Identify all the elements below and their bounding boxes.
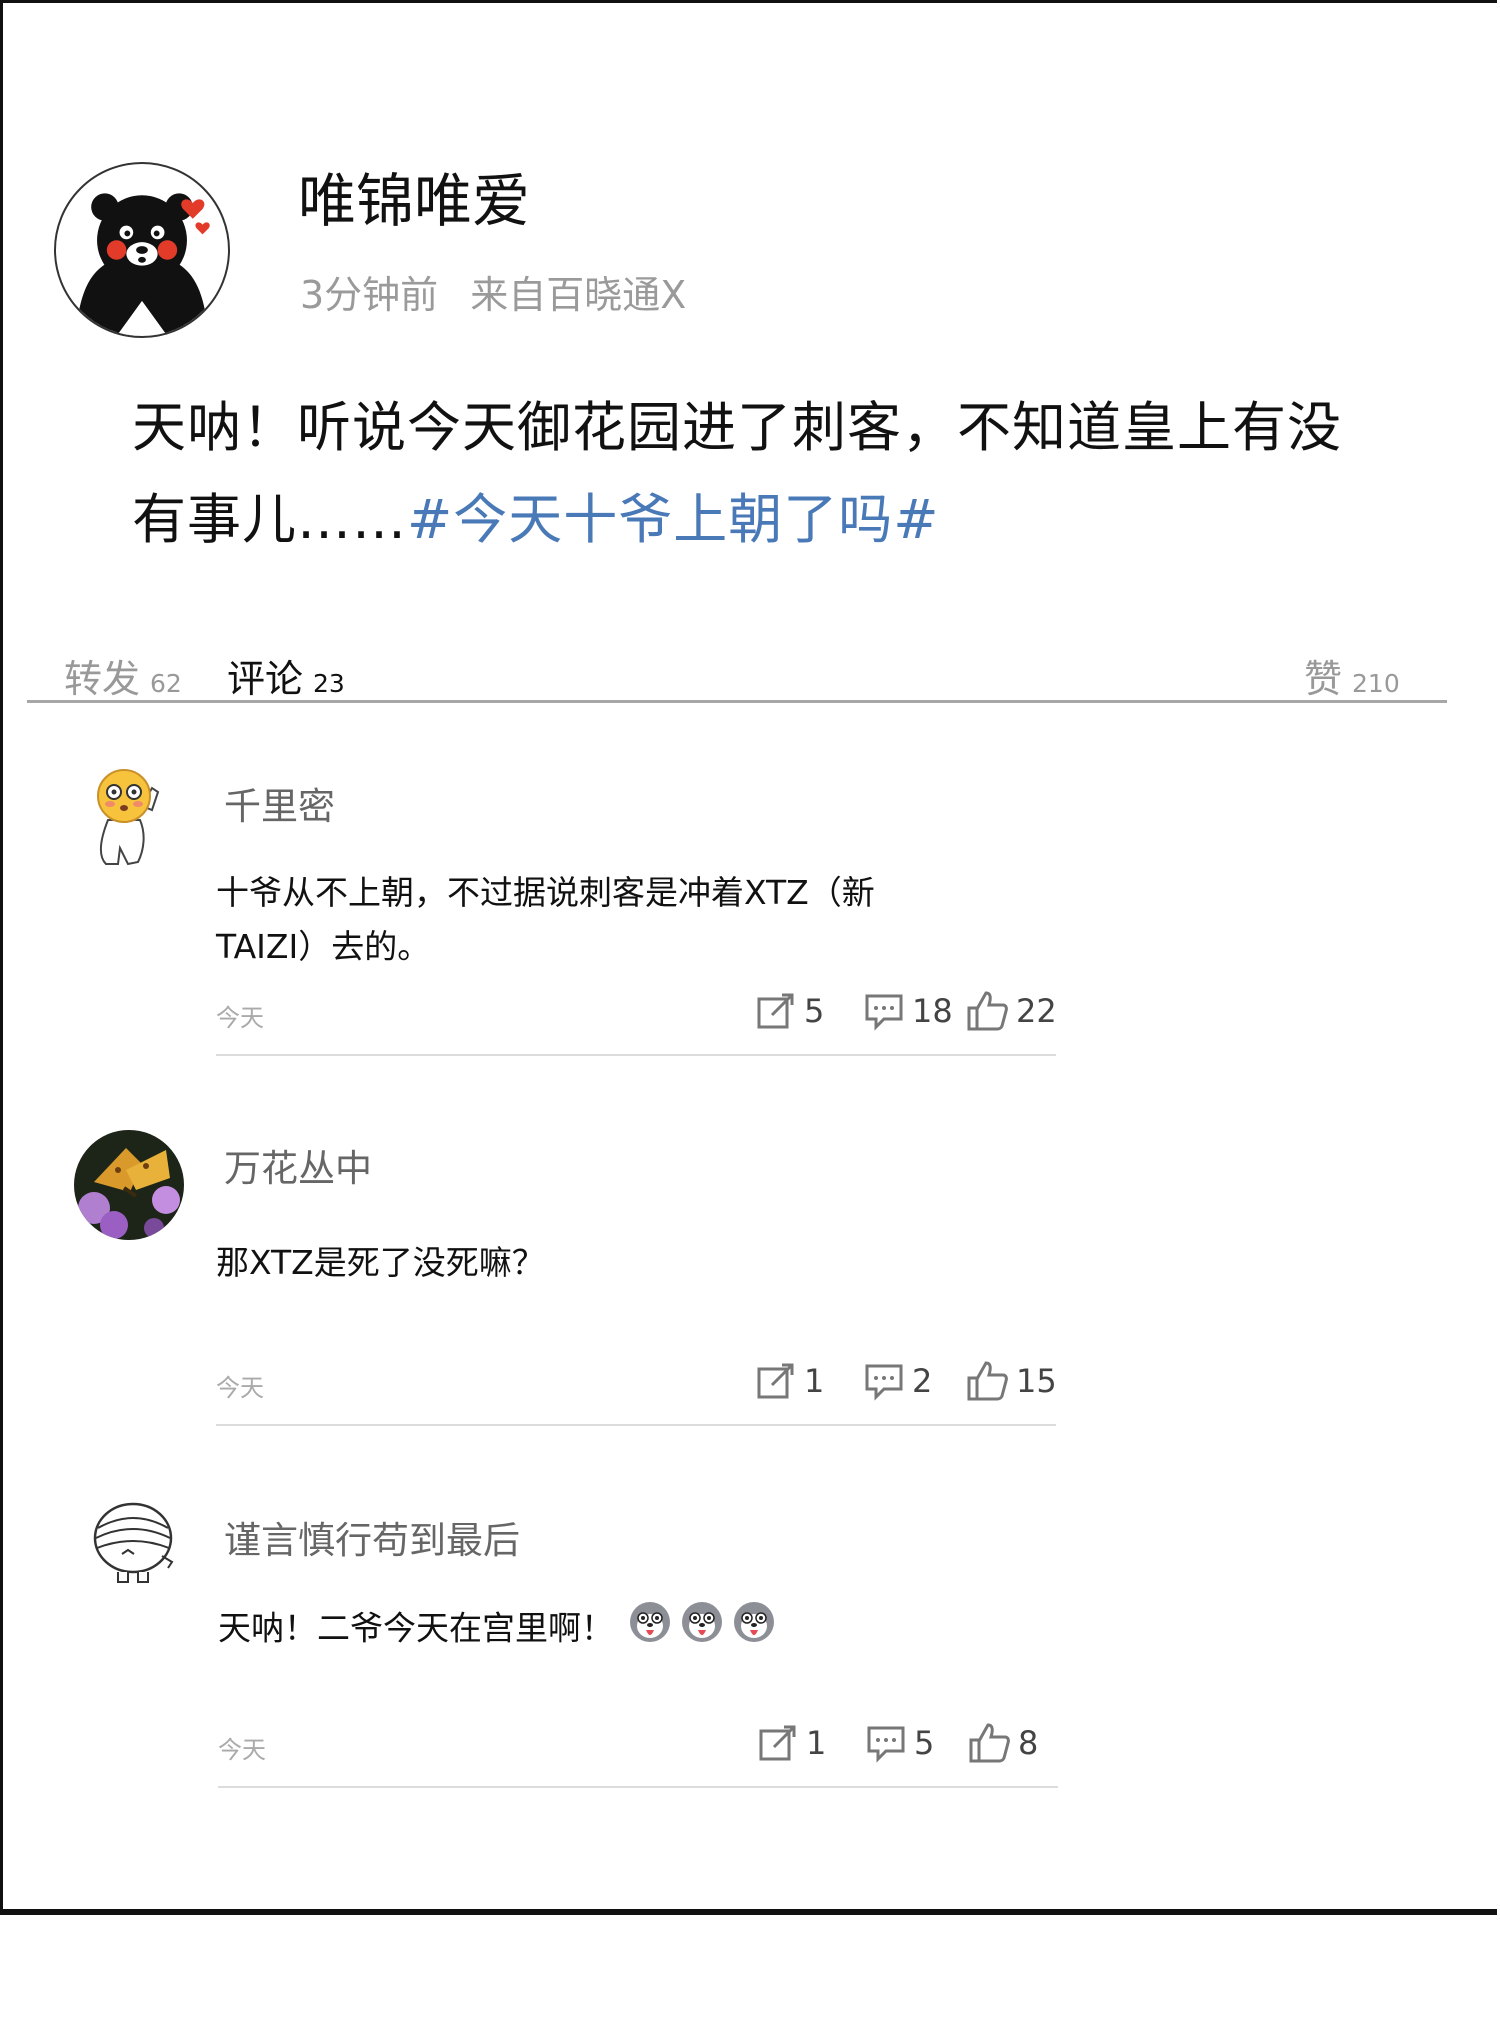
comment-reply-button[interactable]: 5 bbox=[866, 1718, 934, 1768]
tabs-divider bbox=[27, 700, 1447, 703]
tab-comments[interactable]: 评论 23 bbox=[227, 648, 345, 703]
reply-icon bbox=[867, 1726, 905, 1763]
comment-reply-count: 2 bbox=[912, 1362, 933, 1400]
thumbs-up-icon bbox=[969, 1723, 1010, 1763]
comment-reply-count: 18 bbox=[912, 992, 953, 1030]
comment-text: 十爷从不上朝，不过据说刺客是冲着XTZ（新TAIZI）去的。 bbox=[216, 873, 875, 966]
comment-actions: 1 5 8 bbox=[758, 1718, 1058, 1768]
repost-icon bbox=[759, 1725, 796, 1761]
comment-author-avatar[interactable] bbox=[88, 1498, 198, 1608]
post-body: 天呐！听说今天御花园进了刺客，不知道皇上有没有事儿……#今天十爷上朝了吗# bbox=[132, 382, 1372, 566]
comment-time: 今天 bbox=[216, 1374, 264, 1402]
comment-divider bbox=[218, 1786, 1058, 1788]
comment-repost-button[interactable]: 1 bbox=[758, 1718, 826, 1768]
comment-text-line: 天呐！二爷今天在宫里啊！ bbox=[218, 1600, 938, 1660]
comment-actions: 5 18 22 bbox=[756, 986, 1057, 1036]
comment-repost-button[interactable]: 1 bbox=[756, 1356, 824, 1406]
husky-tongue-emoji-icon bbox=[680, 1600, 724, 1660]
reply-icon bbox=[865, 1364, 903, 1401]
tab-repost[interactable]: 转发 62 bbox=[64, 648, 182, 703]
comment-like-count: 15 bbox=[1016, 1362, 1057, 1400]
thumbs-up-icon bbox=[967, 991, 1008, 1031]
thumbs-up-icon bbox=[967, 1361, 1008, 1401]
comment-time: 今天 bbox=[216, 1004, 264, 1032]
tab-repost-label: 转发 bbox=[64, 657, 141, 701]
emoji-row bbox=[628, 1600, 784, 1660]
comment-divider bbox=[216, 1054, 1056, 1056]
comment-author-name[interactable]: 万花丛中 bbox=[224, 1138, 372, 1192]
comment-like-button[interactable]: 22 bbox=[966, 986, 1057, 1036]
comment-like-button[interactable]: 15 bbox=[966, 1356, 1057, 1406]
tab-comments-label: 评论 bbox=[227, 657, 304, 701]
comment-text: 天呐！二爷今天在宫里啊！ bbox=[218, 1608, 614, 1648]
bandaged-face-avatar-icon bbox=[93, 1502, 174, 1583]
comment-repost-button[interactable]: 5 bbox=[756, 986, 824, 1036]
tab-comments-count: 23 bbox=[313, 669, 345, 698]
post-hashtag[interactable]: #今天十爷上朝了吗# bbox=[407, 488, 940, 551]
post-action-tabs: 转发 62 评论 23 赞 210 bbox=[64, 648, 1404, 701]
tab-likes[interactable]: 赞 210 bbox=[1304, 648, 1400, 703]
comment-like-count: 22 bbox=[1016, 992, 1057, 1030]
butterfly-photo-avatar-icon bbox=[74, 1130, 184, 1240]
comment-repost-count: 5 bbox=[804, 992, 825, 1030]
comment-author-name[interactable]: 千里密 bbox=[224, 776, 335, 830]
comment-actions: 1 2 15 bbox=[756, 1356, 1057, 1406]
post-meta: 3分钟前 来自百晓通X bbox=[300, 276, 686, 314]
comment-author-avatar[interactable] bbox=[74, 1130, 184, 1240]
post-author-name[interactable]: 唯锦唯爱 bbox=[298, 172, 530, 230]
post-author-avatar[interactable] bbox=[54, 162, 230, 338]
comment-like-count: 8 bbox=[1018, 1724, 1039, 1762]
comment-author-avatar[interactable] bbox=[70, 760, 180, 870]
tab-repost-count: 62 bbox=[150, 669, 182, 698]
comment-repost-count: 1 bbox=[804, 1362, 825, 1400]
comment-author-name[interactable]: 谨言慎行苟到最后 bbox=[224, 1510, 520, 1564]
tab-likes-label: 赞 bbox=[1304, 657, 1343, 701]
post-time: 3分钟前 bbox=[300, 273, 439, 317]
comment-time: 今天 bbox=[218, 1736, 266, 1764]
comment-reply-button[interactable]: 18 bbox=[864, 986, 953, 1036]
tab-likes-count: 210 bbox=[1352, 669, 1400, 698]
husky-tongue-emoji-icon bbox=[628, 1600, 672, 1660]
reply-icon bbox=[865, 994, 903, 1031]
blushing-emoji-avatar-icon bbox=[97, 769, 160, 866]
comment-reply-button[interactable]: 2 bbox=[864, 1356, 932, 1406]
comment-reply-count: 5 bbox=[914, 1724, 935, 1762]
repost-icon bbox=[757, 1363, 794, 1399]
comment-like-button[interactable]: 8 bbox=[968, 1718, 1038, 1768]
comment-divider bbox=[216, 1424, 1056, 1426]
comment-repost-count: 1 bbox=[806, 1724, 827, 1762]
kumamon-bear-avatar-icon bbox=[75, 193, 210, 336]
post-source: 来自百晓通X bbox=[470, 273, 687, 317]
repost-icon bbox=[757, 993, 794, 1029]
husky-tongue-emoji-icon bbox=[732, 1600, 776, 1660]
comment-text: 那XTZ是死了没死嘛？ bbox=[216, 1243, 545, 1282]
